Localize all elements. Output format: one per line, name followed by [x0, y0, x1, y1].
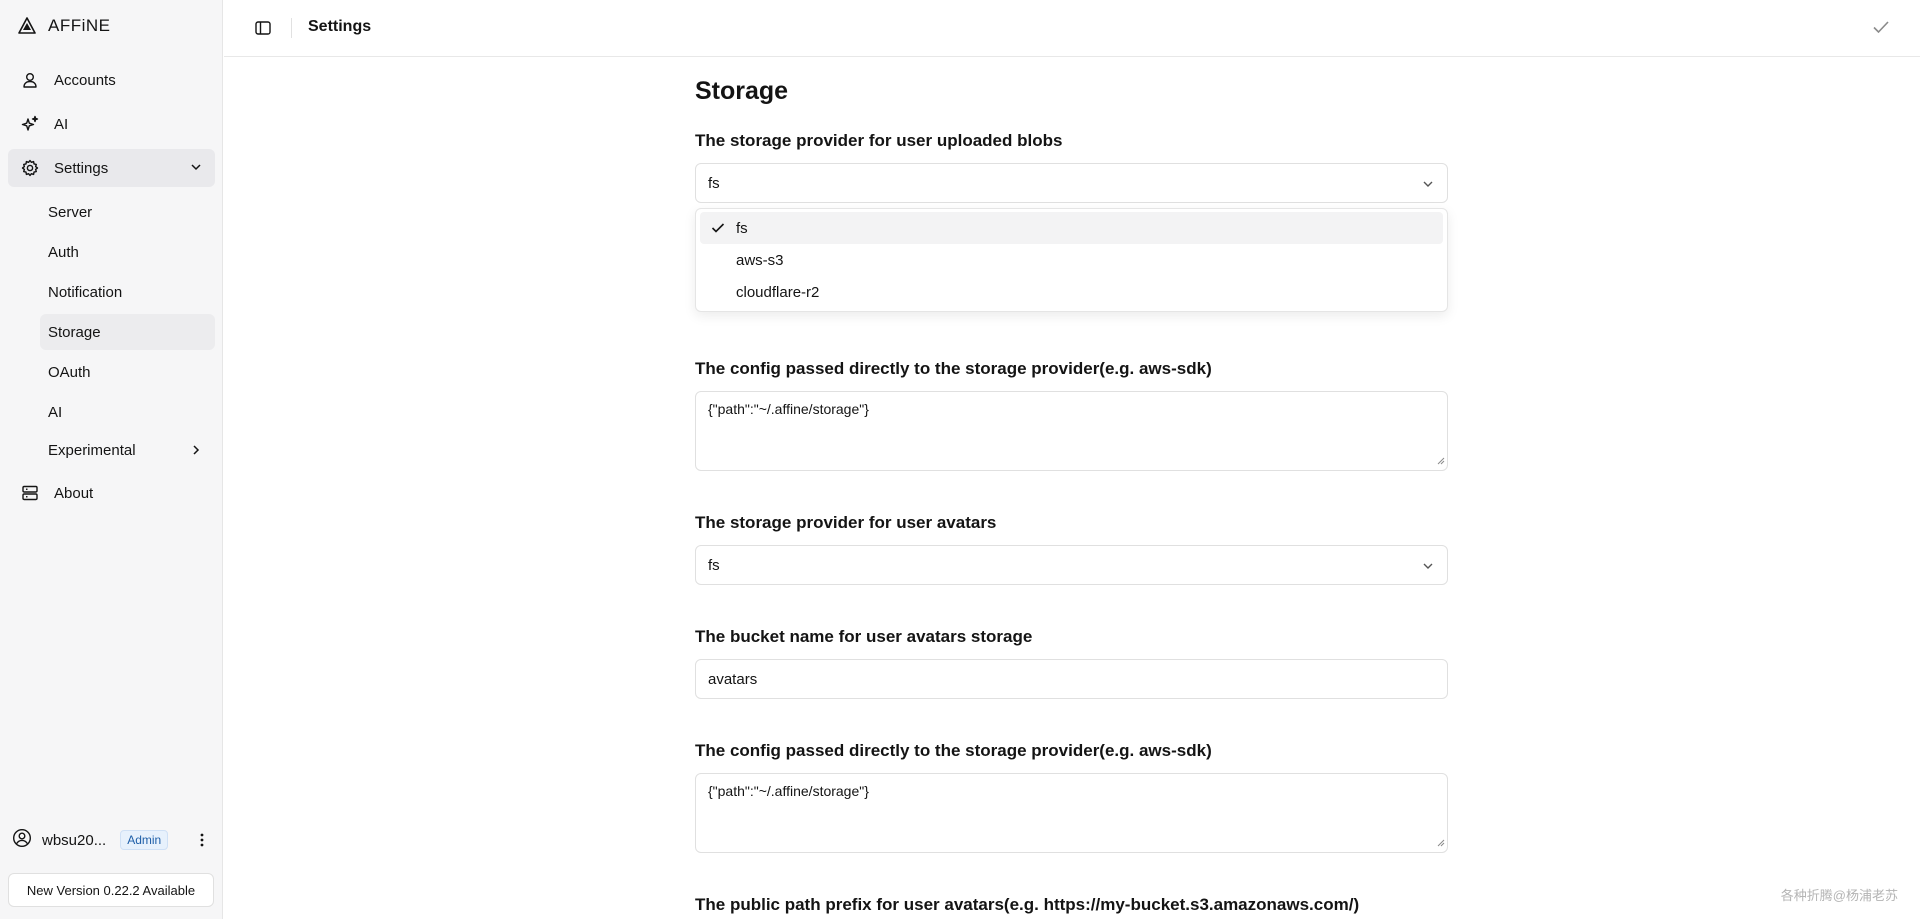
- server-icon: [20, 483, 40, 503]
- blob-provider-value: fs: [708, 174, 720, 192]
- dropdown-option-aws-s3[interactable]: aws-s3: [700, 244, 1443, 276]
- sidebar-item-server[interactable]: Server: [40, 194, 215, 230]
- nav-accounts[interactable]: Accounts: [8, 61, 215, 99]
- sidebar-item-label: Auth: [48, 243, 79, 261]
- avatar-provider-value: fs: [708, 556, 720, 574]
- sidebar-item-experimental[interactable]: Experimental: [40, 432, 215, 468]
- update-available-button[interactable]: New Version 0.22.2 Available: [8, 873, 214, 907]
- sidebar-toggle-icon[interactable]: [252, 17, 274, 39]
- sidebar-item-notification[interactable]: Notification: [40, 274, 215, 310]
- avatar-bucket-value: avatars: [708, 670, 758, 688]
- gear-icon: [20, 158, 40, 178]
- nav-accounts-label: Accounts: [54, 71, 116, 89]
- avatar-bucket-label: The bucket name for user avatars storage: [695, 627, 1033, 646]
- sidebar-item-auth[interactable]: Auth: [40, 234, 215, 270]
- sparkle-icon: [20, 114, 40, 134]
- blob-provider-dropdown: fs aws-s3 cloudflare-r2: [695, 208, 1448, 312]
- brand[interactable]: AFFiNE: [18, 15, 111, 37]
- sidebar-item-label: OAuth: [48, 363, 91, 381]
- chevron-down-icon: [1421, 177, 1435, 195]
- blob-provider-label: The storage provider for user uploaded b…: [695, 131, 1063, 150]
- more-vertical-icon[interactable]: [192, 830, 212, 850]
- avatar-bucket-input[interactable]: avatars: [695, 659, 1448, 699]
- resize-grip-icon[interactable]: [1437, 452, 1445, 468]
- nav-ai[interactable]: AI: [8, 105, 215, 143]
- dropdown-option-label: fs: [736, 219, 748, 237]
- affine-logo-icon: [18, 17, 36, 35]
- resize-grip-icon[interactable]: [1437, 834, 1445, 850]
- nav-about-label: About: [54, 484, 94, 502]
- blob-config-value: {"path":"~/.affine/storage"}: [708, 401, 869, 417]
- sidebar-item-ai[interactable]: AI: [40, 394, 215, 430]
- avatar-config-textarea[interactable]: {"path":"~/.affine/storage"}: [695, 773, 1448, 853]
- avatar-provider-label: The storage provider for user avatars: [695, 513, 997, 532]
- page-title: Settings: [308, 18, 372, 35]
- sidebar: AFFiNE Accounts AI Settings Server Auth …: [0, 0, 223, 919]
- header-divider: [291, 18, 292, 38]
- chevron-down-icon: [189, 160, 203, 178]
- section-title: Storage: [695, 77, 789, 105]
- nav-about[interactable]: About: [8, 474, 215, 512]
- header: Settings: [224, 0, 1920, 57]
- avatar: [12, 828, 32, 853]
- sidebar-item-label: Experimental: [48, 441, 136, 459]
- user-name: wbsu20...: [42, 831, 107, 849]
- chevron-down-icon: [1421, 559, 1435, 577]
- nav-settings[interactable]: Settings: [8, 149, 215, 187]
- watermark: 各种折腾@杨浦老苏: [1780, 888, 1898, 903]
- blob-config-textarea[interactable]: {"path":"~/.affine/storage"}: [695, 391, 1448, 471]
- check-icon[interactable]: [1870, 16, 1892, 38]
- avatar-config-value: {"path":"~/.affine/storage"}: [708, 783, 869, 799]
- avatar-config-label: The config passed directly to the storag…: [695, 741, 1212, 760]
- blob-provider-select[interactable]: fs: [695, 163, 1448, 203]
- chevron-right-icon: [189, 443, 203, 461]
- nav-settings-label: Settings: [54, 159, 109, 177]
- sidebar-item-label: AI: [48, 403, 63, 421]
- sidebar-item-label: Storage: [48, 323, 101, 341]
- check-icon: [711, 221, 725, 238]
- user-icon: [20, 70, 40, 90]
- avatar-public-path-label: The public path prefix for user avatars(…: [695, 895, 1360, 914]
- nav-ai-label: AI: [54, 115, 69, 133]
- brand-name: AFFiNE: [48, 16, 111, 35]
- dropdown-option-fs[interactable]: fs: [700, 212, 1443, 244]
- sidebar-item-label: Server: [48, 203, 93, 221]
- dropdown-option-label: aws-s3: [736, 251, 784, 269]
- sidebar-item-oauth[interactable]: OAuth: [40, 354, 215, 390]
- sidebar-item-storage[interactable]: Storage: [40, 314, 215, 350]
- role-badge: Admin: [120, 830, 169, 850]
- user-row[interactable]: wbsu20... Admin: [12, 828, 212, 852]
- dropdown-option-label: cloudflare-r2: [736, 283, 820, 301]
- avatar-provider-select[interactable]: fs: [695, 545, 1448, 585]
- sidebar-item-label: Notification: [48, 283, 123, 301]
- blob-config-label: The config passed directly to the storag…: [695, 359, 1212, 378]
- dropdown-option-cloudflare-r2[interactable]: cloudflare-r2: [700, 276, 1443, 308]
